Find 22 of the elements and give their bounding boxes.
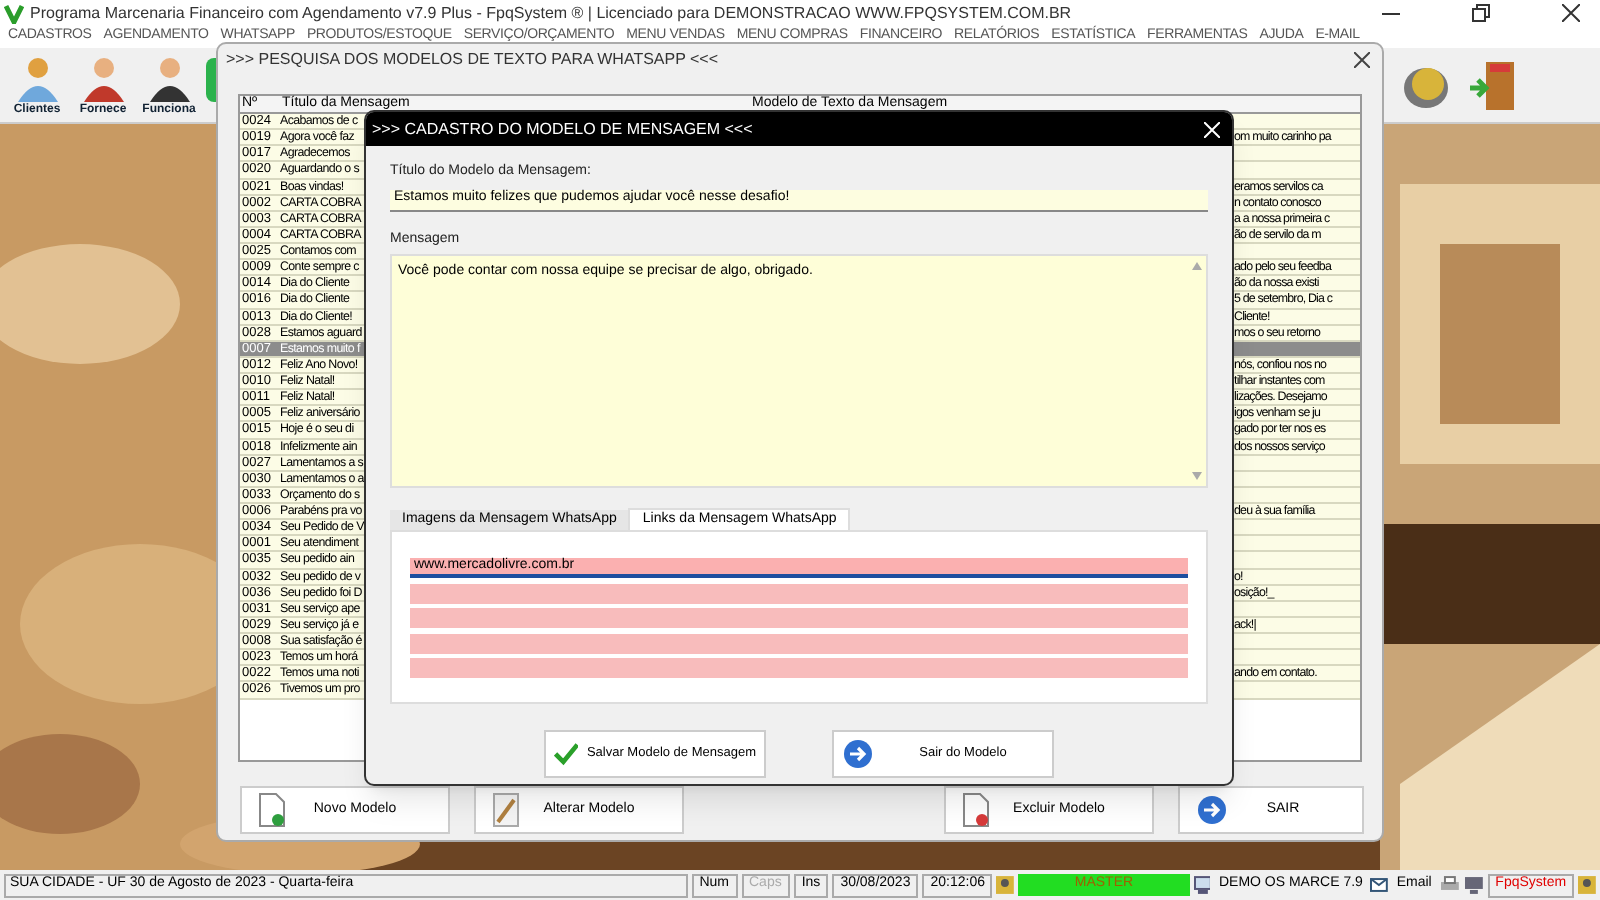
maximize-icon[interactable] (1472, 4, 1490, 22)
link-field[interactable] (410, 633, 1188, 653)
dialog-title: >>> CADASTRO DO MODELO DE MENSAGEM <<< (372, 117, 753, 141)
printer-icon (1439, 876, 1460, 894)
window-title: >>> PESQUISA DOS MODELOS DE TEXTO PARA WHATSAPP <<< (226, 47, 719, 71)
monitor-icon (1463, 876, 1484, 894)
door-exit-icon[interactable] (1468, 57, 1520, 113)
pencil-icon (492, 792, 520, 828)
document-icon (962, 792, 990, 828)
user-icon (996, 876, 1015, 894)
link-field[interactable] (410, 608, 1188, 628)
link-field[interactable] (410, 583, 1188, 603)
document-icon (258, 792, 286, 828)
checkmark-icon (554, 740, 579, 768)
link-field[interactable] (410, 658, 1188, 678)
mail-icon (1370, 876, 1389, 894)
close-icon[interactable] (1354, 51, 1370, 67)
computer-icon (1193, 876, 1211, 894)
app-icon (4, 3, 24, 23)
user-icon (1578, 876, 1596, 894)
window-title: Programa Marcenaria Financeiro com Agendamento v7.9 Plus - FpqSystem ® | Licenciado para DEMONSTRACAO WWW.FPQSYSTEM.COM.BR (30, 1, 1072, 25)
close-icon[interactable] (1562, 4, 1580, 22)
